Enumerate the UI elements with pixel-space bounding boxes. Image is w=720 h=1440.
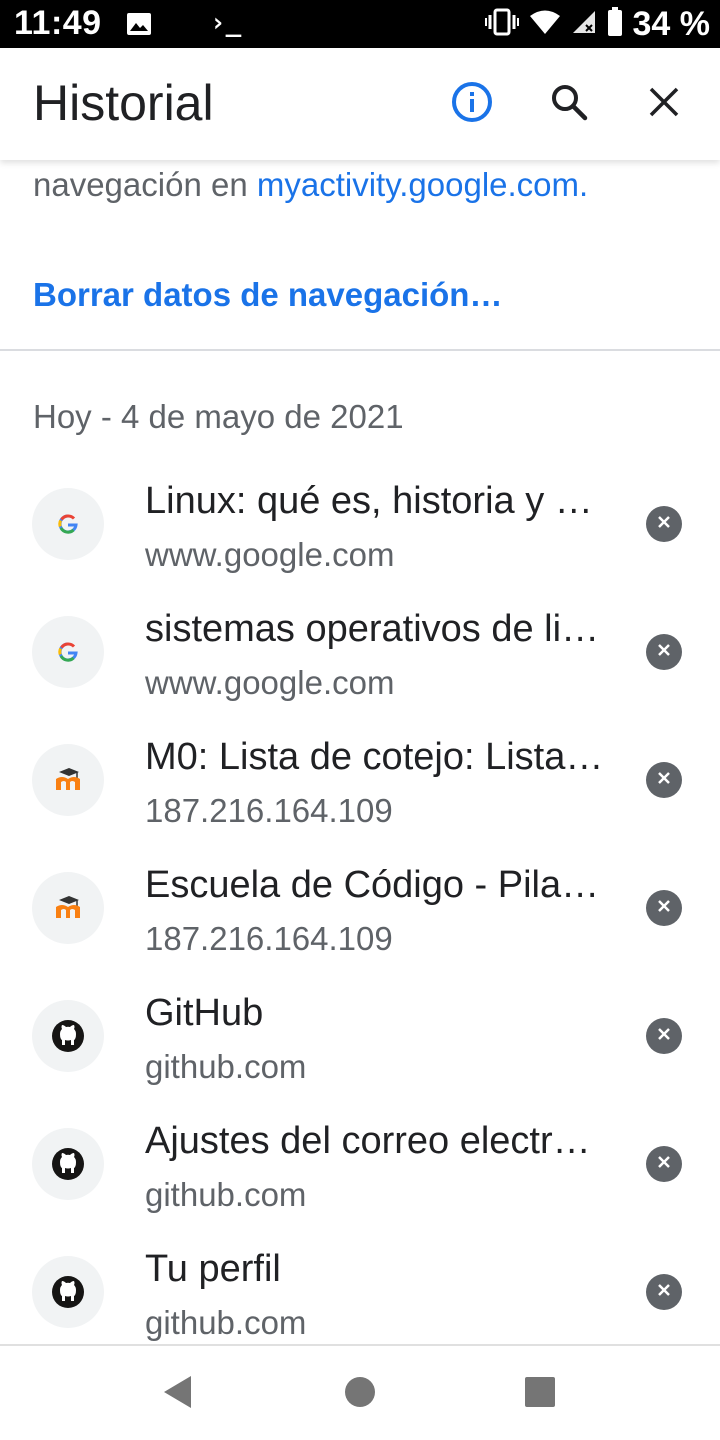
search-button[interactable]	[541, 76, 597, 132]
page-title: Historial	[33, 75, 214, 131]
history-item-title: GitHub	[145, 992, 264, 1034]
github-favicon-icon	[32, 1128, 104, 1200]
remove-item-button[interactable]	[646, 762, 682, 798]
home-button[interactable]	[340, 1374, 380, 1414]
image-notification-icon	[126, 12, 152, 36]
history-item[interactable]: Escuela de Código - Pilares 187.216.164.…	[0, 854, 720, 982]
close-icon	[656, 1154, 672, 1175]
history-item[interactable]: Ajustes del correo electrónico github.co…	[0, 1110, 720, 1238]
info-text: navegación en	[33, 166, 257, 203]
close-icon	[656, 898, 672, 919]
history-item-title: Tu perfil	[145, 1248, 281, 1290]
date-header: Hoy - 4 de mayo de 2021	[33, 398, 404, 435]
close-icon	[656, 1026, 672, 1047]
status-bar: 11:49 ›_ 34 %	[0, 0, 720, 48]
activity-info-text: navegación en myactivity.google.com.	[33, 166, 588, 204]
history-item-title: Ajustes del correo electrónico	[145, 1120, 607, 1162]
battery-level: 34 %	[632, 4, 711, 43]
info-icon	[451, 81, 493, 128]
myactivity-link[interactable]: myactivity.google.com	[257, 166, 579, 203]
status-time: 11:49	[14, 4, 102, 42]
history-item[interactable]: Linux: qué es, historia y usos www.googl…	[0, 470, 720, 598]
remove-item-button[interactable]	[646, 1146, 682, 1182]
recent-square-icon	[524, 1376, 556, 1413]
close-icon	[656, 770, 672, 791]
back-triangle-icon	[161, 1374, 195, 1415]
back-button[interactable]	[158, 1374, 198, 1414]
github-favicon-icon	[32, 1256, 104, 1328]
github-favicon-icon	[32, 1000, 104, 1072]
battery-icon	[607, 6, 623, 42]
remove-item-button[interactable]	[646, 506, 682, 542]
recent-apps-button[interactable]	[520, 1374, 560, 1414]
remove-item-button[interactable]	[646, 1018, 682, 1054]
app-bar: Historial	[0, 48, 720, 160]
close-icon	[656, 514, 672, 535]
signal-icon	[571, 9, 597, 40]
history-item-url: github.com	[145, 1304, 307, 1341]
history-item-url: 187.216.164.109	[145, 920, 393, 957]
history-item[interactable]: sistemas operativos de linux www.google.…	[0, 598, 720, 726]
history-item-url: www.google.com	[145, 536, 395, 573]
close-icon	[656, 642, 672, 663]
vibrate-icon	[484, 7, 519, 42]
divider	[0, 349, 720, 351]
close-icon	[656, 1282, 672, 1303]
moodle-favicon-icon	[32, 872, 104, 944]
history-item-url: github.com	[145, 1176, 307, 1213]
clear-browsing-data-link[interactable]: Borrar datos de navegación…	[33, 276, 502, 314]
history-item[interactable]: M0: Lista de cotejo: Lista de cotejo 187…	[0, 726, 720, 854]
history-item-url: www.google.com	[145, 664, 395, 701]
history-item-title: sistemas operativos de linux	[145, 608, 607, 650]
history-item-url: github.com	[145, 1048, 307, 1085]
home-circle-icon	[344, 1376, 376, 1413]
google-favicon-icon	[32, 616, 104, 688]
info-button[interactable]	[444, 76, 500, 132]
remove-item-button[interactable]	[646, 1274, 682, 1310]
moodle-favicon-icon	[32, 744, 104, 816]
history-item-title: Linux: qué es, historia y usos	[145, 480, 607, 522]
close-icon	[648, 86, 680, 123]
history-item-url: 187.216.164.109	[145, 792, 393, 829]
google-favicon-icon	[32, 488, 104, 560]
navigation-bar	[0, 1344, 720, 1440]
search-icon	[550, 83, 588, 126]
remove-item-button[interactable]	[646, 890, 682, 926]
status-right-group: 34 %	[484, 4, 711, 44]
history-item-title: Escuela de Código - Pilares	[145, 864, 607, 906]
remove-item-button[interactable]	[646, 634, 682, 670]
wifi-icon	[529, 9, 561, 40]
history-item[interactable]: GitHub github.com	[0, 982, 720, 1110]
history-item-title: M0: Lista de cotejo: Lista de cotejo	[145, 736, 607, 778]
info-trailing: .	[579, 166, 589, 203]
close-button[interactable]	[636, 76, 692, 132]
terminal-notification-icon: ›_	[210, 8, 242, 38]
